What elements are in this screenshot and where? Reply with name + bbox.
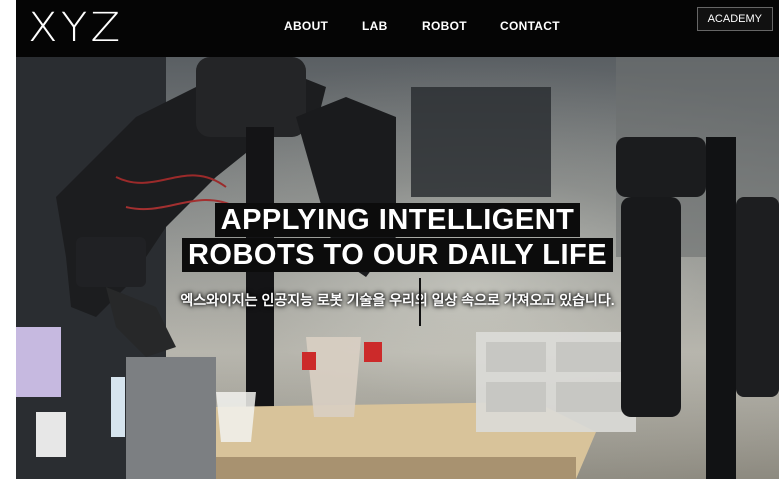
site-logo[interactable]: XYZ — [28, 4, 123, 52]
page-frame: XYZ ABOUT LAB ROBOT CONTACT ACADEMY APPL… — [16, 0, 779, 479]
nav-link-about[interactable]: ABOUT — [284, 19, 328, 33]
site-header: XYZ ABOUT LAB ROBOT CONTACT ACADEMY — [16, 0, 779, 57]
right-robot-arm — [616, 137, 706, 197]
cup — [216, 392, 256, 442]
hero-title-line2: ROBOTS TO OUR DAILY LIFE — [181, 238, 614, 272]
text-cursor — [419, 278, 421, 326]
hero-title-line1-wrap: APPLYING INTELLIGENT — [16, 203, 779, 237]
nav-link-contact[interactable]: CONTACT — [500, 19, 560, 33]
nav-link-lab[interactable]: LAB — [362, 19, 388, 33]
hero-title-line2-wrap: ROBOTS TO OUR DAILY LIFE — [16, 238, 779, 272]
back-screen — [411, 87, 551, 197]
academy-button[interactable]: ACADEMY — [696, 7, 773, 31]
nav-link-robot[interactable]: ROBOT — [422, 19, 467, 33]
hero-subtitle: 엑스와이지는 인공지능 로봇 기술을 우리의 일상 속으로 가져오고 있습니다. — [180, 292, 615, 308]
hero-title-line1: APPLYING INTELLIGENT — [214, 203, 581, 237]
hero-section: APPLYING INTELLIGENT ROBOTS TO OUR DAILY… — [16, 57, 779, 479]
